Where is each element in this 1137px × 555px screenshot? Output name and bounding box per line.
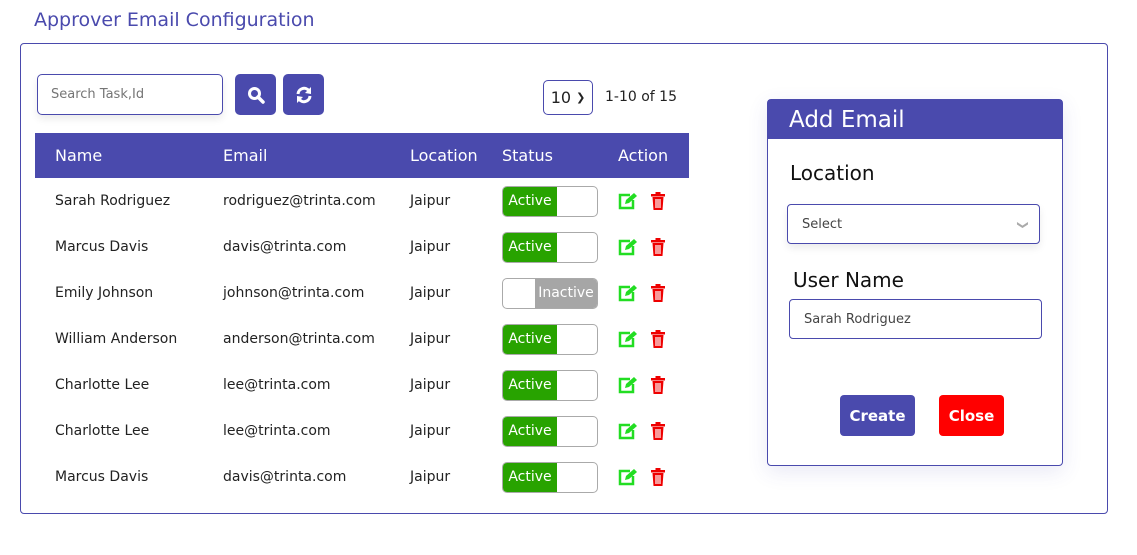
cell-email: anderson@trinta.com [223, 331, 375, 347]
table-row: Sarah Rodriguez rodriguez@trinta.com Jai… [35, 178, 689, 224]
status-toggle[interactable]: Active [502, 415, 598, 447]
header-name: Name [35, 133, 223, 178]
status-label: Active [503, 370, 557, 400]
edit-icon[interactable] [618, 330, 638, 348]
status-label: Active [503, 324, 557, 354]
refresh-icon [296, 86, 311, 103]
status-label: Active [503, 186, 557, 216]
cell-location: Jaipur [410, 377, 451, 393]
status-label: Active [503, 462, 557, 492]
status-toggle[interactable]: Active [502, 461, 598, 493]
header-email: Email [223, 133, 410, 178]
page-size-select[interactable]: 10 ❯ [543, 80, 593, 115]
status-toggle[interactable]: Active [502, 185, 598, 217]
cell-email: johnson@trinta.com [223, 285, 365, 301]
status-toggle[interactable]: Active [502, 231, 598, 263]
status-label: Active [503, 416, 557, 446]
search-icon [247, 86, 265, 104]
delete-icon[interactable] [650, 284, 666, 302]
table-row: William Anderson anderson@trinta.com Jai… [35, 316, 689, 362]
create-button[interactable]: Create [840, 395, 915, 436]
edit-icon[interactable] [618, 284, 638, 302]
email-table: Name Email Location Status Action Sarah … [35, 133, 689, 500]
chevron-down-icon: ❯ [1016, 220, 1030, 230]
cell-name: Charlotte Lee [55, 423, 150, 439]
cell-location: Jaipur [410, 423, 451, 439]
edit-icon[interactable] [618, 422, 638, 440]
cell-name: Charlotte Lee [55, 377, 150, 393]
edit-icon[interactable] [618, 376, 638, 394]
panel-title: Add Email [768, 100, 1062, 139]
cell-email: davis@trinta.com [223, 239, 347, 255]
username-label: User Name [793, 268, 904, 292]
cell-location: Jaipur [410, 469, 451, 485]
cell-email: davis@trinta.com [223, 469, 347, 485]
username-input[interactable]: Sarah Rodriguez [789, 299, 1042, 339]
cell-location: Jaipur [410, 193, 451, 209]
edit-icon[interactable] [618, 468, 638, 486]
table-row: Marcus Davis davis@trinta.com Jaipur Act… [35, 454, 689, 500]
status-toggle[interactable]: Active [502, 369, 598, 401]
status-label: Active [503, 232, 557, 262]
cell-name: Emily Johnson [55, 285, 154, 301]
cell-email: rodriguez@trinta.com [223, 193, 376, 209]
refresh-button[interactable] [283, 74, 324, 115]
cell-location: Jaipur [410, 331, 451, 347]
table-row: Charlotte Lee lee@trinta.com Jaipur Acti… [35, 408, 689, 454]
cell-name: Marcus Davis [55, 469, 149, 485]
delete-icon[interactable] [650, 376, 666, 394]
delete-icon[interactable] [650, 192, 666, 210]
page-size-value: 10 [550, 88, 572, 107]
delete-icon[interactable] [650, 422, 666, 440]
table-row: Marcus Davis davis@trinta.com Jaipur Act… [35, 224, 689, 270]
cell-name: William Anderson [55, 331, 178, 347]
location-select[interactable]: Select ❯ [787, 204, 1040, 244]
header-action: Action [618, 133, 689, 178]
header-location: Location [410, 133, 502, 178]
page-title: Approver Email Configuration [34, 9, 315, 31]
delete-icon[interactable] [650, 330, 666, 348]
cell-email: lee@trinta.com [223, 377, 331, 393]
cell-location: Jaipur [410, 239, 451, 255]
status-toggle[interactable]: Active [502, 323, 598, 355]
add-email-panel: Add Email Location Select ❯ User Name Sar… [767, 99, 1063, 466]
pagination-info: 1-10 of 15 [605, 89, 677, 105]
edit-icon[interactable] [618, 192, 638, 210]
status-toggle[interactable]: Inactive [502, 277, 598, 309]
cell-name: Sarah Rodriguez [55, 193, 171, 209]
search-button[interactable] [235, 74, 276, 115]
location-label: Location [790, 161, 875, 185]
table-row: Emily Johnson johnson@trinta.com Jaipur … [35, 270, 689, 316]
chevron-down-icon: ❯ [576, 91, 586, 104]
location-select-value: Select [802, 217, 843, 232]
cell-name: Marcus Davis [55, 239, 149, 255]
delete-icon[interactable] [650, 468, 666, 486]
delete-icon[interactable] [650, 238, 666, 256]
search-input[interactable] [37, 74, 223, 115]
header-status: Status [502, 133, 618, 178]
close-button[interactable]: Close [939, 395, 1004, 436]
table-row: Charlotte Lee lee@trinta.com Jaipur Acti… [35, 362, 689, 408]
cell-email: lee@trinta.com [223, 423, 331, 439]
edit-icon[interactable] [618, 238, 638, 256]
cell-location: Jaipur [410, 285, 451, 301]
status-label: Inactive [535, 278, 597, 308]
